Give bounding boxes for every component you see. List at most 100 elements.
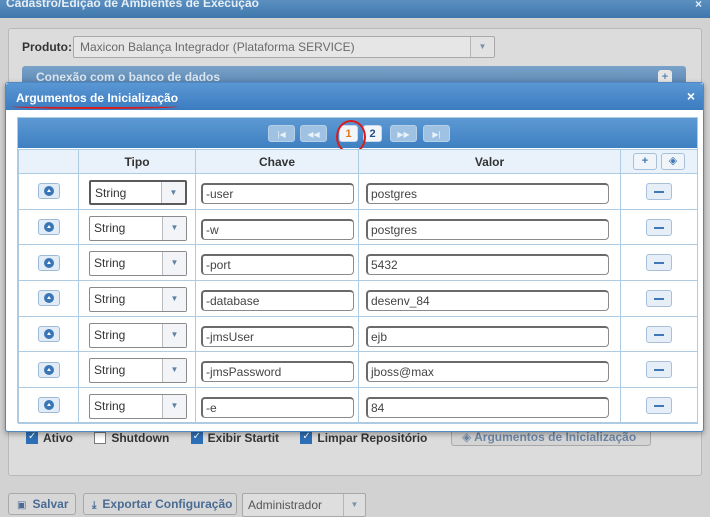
chevron-down-icon: ▼ — [470, 37, 494, 57]
move-up-icon[interactable] — [37, 183, 60, 200]
remove-row-icon[interactable] — [646, 396, 672, 414]
header-buttons: + ◈ — [620, 149, 698, 174]
next-page-button[interactable]: ▶▶ — [390, 125, 417, 142]
user-select[interactable]: Administrador ▼ — [242, 493, 366, 517]
move-up-icon[interactable] — [37, 219, 60, 236]
tipo-select[interactable]: String ▼ — [89, 180, 187, 205]
remove-row-icon[interactable] — [646, 218, 672, 236]
arguments-grid: |◀ ◀◀ 1 2 ▶▶ ▶| Tipo Chave Valor + ◈ Str… — [17, 117, 698, 424]
options-checkboxes: Ativo Shutdown Exibir Startit Limpar Rep… — [26, 430, 445, 446]
header-actions — [18, 149, 79, 174]
tipo-select[interactable]: String ▼ — [89, 394, 187, 420]
export-button-label: Exportar Configuração — [102, 497, 233, 511]
save-button-label: Salvar — [32, 497, 69, 511]
move-up-icon[interactable] — [37, 254, 60, 271]
window-title: Cadastro/Edição de Ambientes de Execução — [6, 0, 259, 10]
table-row: String ▼ -e 84 — [18, 387, 698, 424]
checkbox-checked-icon — [190, 431, 203, 445]
table-row: String ▼ -jmsUser ejb — [18, 315, 698, 353]
tipo-select[interactable]: String ▼ — [89, 251, 187, 277]
remove-row-icon[interactable] — [646, 325, 672, 343]
pager-bar: |◀ ◀◀ 1 2 ▶▶ ▶| — [18, 118, 697, 154]
first-page-button[interactable]: |◀ — [268, 125, 295, 142]
valor-input[interactable]: postgres — [366, 218, 609, 240]
modal-title: Argumentos de Inicialização — [16, 91, 179, 105]
produto-select[interactable]: Maxicon Balança Integrador (Plataforma S… — [73, 36, 495, 58]
checkbox-label: Shutdown — [111, 431, 170, 446]
header-valor: Valor — [358, 149, 621, 174]
chevron-down-icon: ▼ — [162, 359, 186, 383]
valor-input[interactable]: jboss@max — [366, 361, 609, 383]
tipo-value: String — [94, 363, 126, 378]
chevron-down-icon: ▼ — [343, 494, 365, 516]
remove-row-icon[interactable] — [646, 289, 672, 307]
checkbox-checked-icon — [300, 431, 313, 445]
chevron-down-icon: ▼ — [162, 252, 186, 276]
move-up-icon[interactable] — [37, 326, 60, 343]
move-up-icon[interactable] — [37, 290, 60, 307]
table-row: String ▼ -port 5432 — [18, 244, 698, 282]
tipo-value: String — [95, 186, 127, 200]
checkbox-unchecked-icon — [94, 432, 107, 445]
tipo-select[interactable]: String ▼ — [89, 322, 187, 348]
valor-input[interactable]: ejb — [366, 325, 609, 347]
prev-page-button[interactable]: ◀◀ — [300, 125, 327, 142]
table-row: String ▼ -w postgres — [18, 208, 698, 246]
chave-input[interactable]: -port — [201, 254, 354, 276]
checkbox-shutdown[interactable]: Shutdown — [94, 430, 169, 445]
remove-row-icon[interactable] — [646, 361, 672, 379]
chave-input[interactable]: -jmsUser — [201, 325, 354, 347]
valor-input[interactable]: postgres — [366, 183, 609, 204]
tipo-value: String — [94, 220, 126, 235]
checkbox-label: Ativo — [43, 431, 73, 446]
chave-input[interactable]: -jmsPassword — [201, 361, 354, 383]
download-icon: ⤓ — [92, 500, 97, 511]
checkbox-label: Exibir Startit — [207, 431, 280, 446]
chave-input[interactable]: -database — [201, 290, 354, 312]
tipo-value: String — [94, 327, 126, 342]
window-close-icon[interactable]: × — [695, 0, 702, 11]
produto-value: Maxicon Balança Integrador (Plataforma S… — [80, 40, 355, 54]
move-up-icon[interactable] — [37, 361, 60, 378]
tag-icon[interactable]: ◈ — [661, 153, 685, 170]
save-button[interactable]: ▣ Salvar — [8, 493, 76, 515]
chevron-down-icon: ▼ — [161, 182, 185, 203]
tipo-select[interactable]: String ▼ — [89, 215, 187, 241]
valor-input[interactable]: 5432 — [366, 254, 609, 276]
tipo-select[interactable]: String ▼ — [89, 287, 187, 313]
table-header-row: Tipo Chave Valor + ◈ — [18, 149, 698, 174]
chevron-down-icon: ▼ — [162, 288, 186, 312]
user-select-value: Administrador — [248, 498, 323, 512]
chevron-down-icon: ▼ — [162, 323, 186, 347]
table-row: String ▼ -user postgres — [18, 173, 698, 210]
move-up-icon[interactable] — [37, 397, 60, 414]
add-row-button[interactable]: + — [633, 153, 657, 170]
table-row: String ▼ -jmsPassword jboss@max — [18, 351, 698, 389]
annotation-underline — [12, 104, 178, 109]
tipo-value: String — [94, 292, 126, 307]
checkbox-checked-icon — [26, 431, 38, 445]
chave-input[interactable]: -w — [201, 218, 354, 240]
header-chave: Chave — [195, 149, 359, 174]
last-page-button[interactable]: ▶| — [423, 125, 450, 142]
argumentos-button-label: Argumentos de Inicialização — [474, 430, 637, 444]
remove-row-icon[interactable] — [646, 182, 672, 200]
chevron-down-icon: ▼ — [162, 395, 186, 419]
checkbox-exibir-startit[interactable]: Exibir Startit — [190, 430, 280, 446]
chave-input[interactable]: -e — [201, 397, 354, 419]
valor-input[interactable]: 84 — [366, 397, 609, 419]
checkbox-ativo[interactable]: Ativo — [26, 430, 73, 445]
remove-row-icon[interactable] — [646, 254, 672, 272]
table-row: String ▼ -database desenv_84 — [18, 280, 698, 317]
header-tipo: Tipo — [78, 149, 196, 174]
export-config-button[interactable]: ⤓ Exportar Configuração — [83, 493, 237, 515]
close-icon[interactable]: × — [687, 88, 695, 104]
valor-input[interactable]: desenv_84 — [366, 290, 609, 312]
chave-input[interactable]: -user — [201, 183, 354, 204]
checkbox-limpar-repositorio[interactable]: Limpar Repositório — [300, 430, 427, 445]
tipo-value: String — [94, 256, 126, 271]
arguments-table: Tipo Chave Valor + ◈ String ▼ -user post… — [18, 149, 698, 424]
tipo-select[interactable]: String ▼ — [89, 358, 187, 384]
checkbox-label: Limpar Repositório — [317, 431, 428, 446]
produto-label: Produto: — [22, 40, 72, 54]
